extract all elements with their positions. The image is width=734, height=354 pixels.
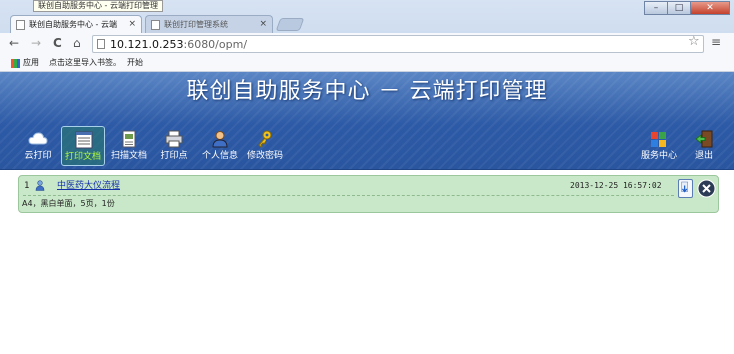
tab-close-icon[interactable]: × bbox=[128, 16, 136, 33]
url-text: 10.121.0.253:6080/opm/ bbox=[110, 38, 247, 51]
bookmark-star-icon[interactable]: ☆ bbox=[688, 34, 700, 49]
page-favicon-icon bbox=[151, 20, 160, 30]
nav-print-documents[interactable]: 打印文档 bbox=[61, 126, 105, 166]
page-title: 联创自助服务中心 － 云端打印管理 bbox=[186, 79, 548, 104]
nav-change-password[interactable]: 修改密码 bbox=[243, 126, 287, 166]
key-icon bbox=[258, 130, 272, 148]
forward-arrow-icon[interactable]: → bbox=[31, 36, 41, 50]
nav-personal-info[interactable]: 个人信息 bbox=[198, 126, 242, 166]
user-icon bbox=[212, 131, 228, 148]
job-detail: A4，黑白单面，5页，1份 bbox=[22, 199, 115, 208]
nav-label: 修改密码 bbox=[246, 151, 283, 161]
exit-door-icon bbox=[695, 130, 713, 148]
url-host: 10.121.0.253 bbox=[110, 38, 184, 51]
reload-icon[interactable]: C bbox=[53, 36, 62, 50]
tab-tooltip: 联创自助服务中心 - 云端打印管理 bbox=[33, 0, 163, 12]
window-controls: – □ ✕ bbox=[644, 1, 730, 15]
app-header: 联创自助服务中心 － 云端打印管理 云打印 打印文档 扫描文档 打印点 个人信息… bbox=[0, 72, 734, 170]
home-icon[interactable]: ⌂ bbox=[73, 36, 81, 50]
bookmark-start[interactable]: 开始 bbox=[127, 55, 143, 71]
url-path: :6080/opm/ bbox=[183, 38, 248, 51]
tab-label: 联创打印管理系统 bbox=[164, 20, 228, 29]
tab-inactive[interactable]: 联创打印管理系统 × bbox=[145, 15, 273, 33]
nav-print-points[interactable]: 打印点 bbox=[152, 126, 196, 166]
divider bbox=[23, 195, 674, 196]
browser-menu-icon[interactable]: ≡ bbox=[711, 35, 721, 49]
back-arrow-icon[interactable]: ← bbox=[9, 36, 19, 50]
page-favicon-icon bbox=[16, 20, 25, 30]
address-bar[interactable]: 10.121.0.253:6080/opm/ bbox=[92, 35, 704, 53]
browser-toolbar: ← → C ⌂ 10.121.0.253:6080/opm/ ☆ ≡ bbox=[0, 33, 734, 55]
document-list-icon bbox=[75, 131, 93, 149]
job-timestamp: 2013-12-25 16:57:02 bbox=[570, 181, 662, 190]
close-window-button[interactable]: ✕ bbox=[690, 1, 730, 15]
bookmark-apps[interactable]: 应用 bbox=[23, 55, 39, 71]
nav-logout[interactable]: 退出 bbox=[682, 126, 726, 166]
browser-chrome: 联创自助服务中心 - 云端打印管理 联创自助服务中心 - 云端 × 联创打印管理… bbox=[0, 0, 734, 72]
bookmark-import[interactable]: 点击这里导入书签。 bbox=[49, 55, 121, 71]
cloud-icon bbox=[28, 132, 48, 145]
nav-cloud-print[interactable]: 云打印 bbox=[16, 126, 60, 166]
service-center-icon bbox=[651, 132, 666, 147]
close-circle-icon[interactable] bbox=[697, 179, 716, 198]
job-document-link[interactable]: 中医药大仪流程 bbox=[57, 180, 120, 192]
apps-grid-icon[interactable] bbox=[11, 59, 20, 68]
page-icon bbox=[97, 39, 105, 49]
content-area: 1 中医药大仪流程 2013-12-25 16:57:02 A4，黑白单面，5页… bbox=[0, 170, 734, 354]
tab-active[interactable]: 联创自助服务中心 - 云端 × bbox=[10, 15, 142, 33]
download-button[interactable] bbox=[678, 179, 693, 198]
download-arrow-icon bbox=[681, 181, 688, 193]
print-job-item: 1 中医药大仪流程 2013-12-25 16:57:02 A4，黑白单面，5页… bbox=[18, 175, 719, 213]
nav-service-center[interactable]: 服务中心 bbox=[637, 126, 681, 166]
bookmarks-bar: 应用 点击这里导入书签。 开始 bbox=[0, 55, 734, 72]
new-tab-button[interactable] bbox=[275, 18, 305, 31]
printer-icon bbox=[165, 130, 183, 148]
user-icon bbox=[35, 180, 45, 191]
scan-document-icon bbox=[122, 130, 136, 148]
job-index: 1 bbox=[24, 181, 30, 191]
maximize-button[interactable]: □ bbox=[667, 1, 691, 15]
minimize-button[interactable]: – bbox=[644, 1, 668, 15]
tab-label: 联创自助服务中心 - 云端 bbox=[29, 20, 117, 29]
nav-scan-documents[interactable]: 扫描文档 bbox=[107, 126, 151, 166]
tab-close-icon[interactable]: × bbox=[259, 16, 267, 33]
nav-label: 退出 bbox=[694, 151, 713, 161]
